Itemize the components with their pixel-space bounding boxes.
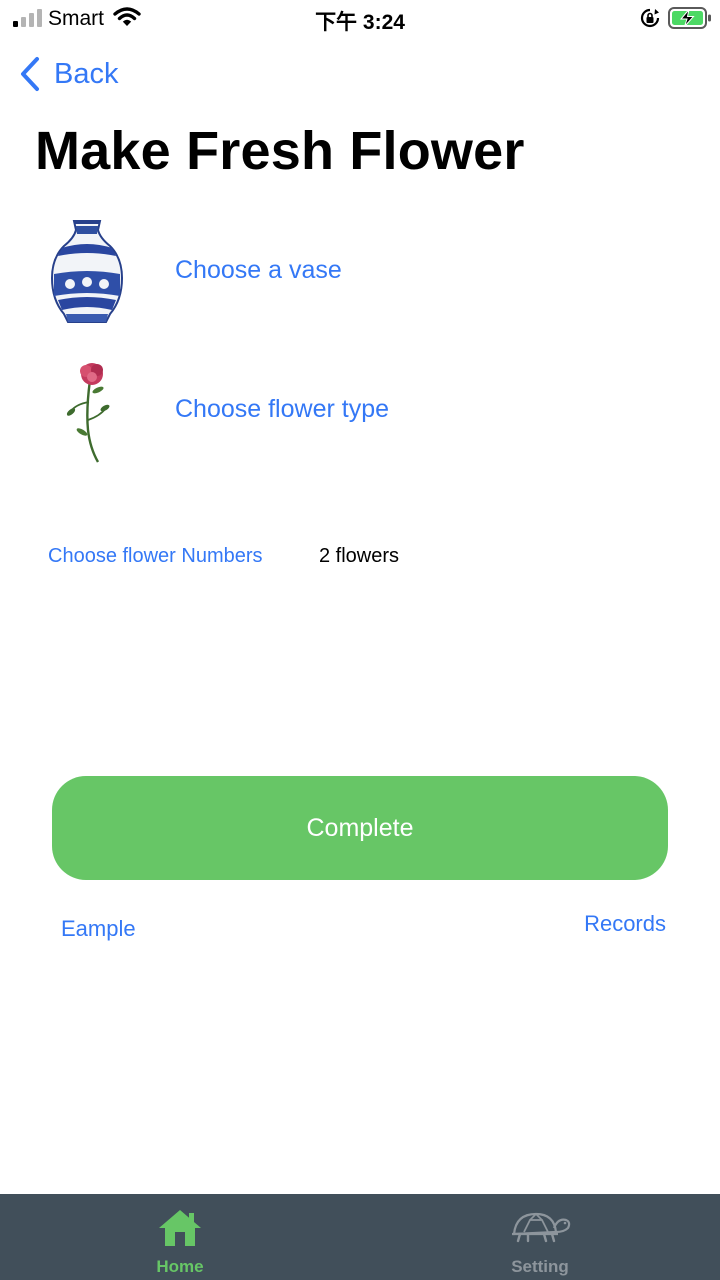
choose-vase-link[interactable]: Choose a vase	[175, 256, 342, 285]
home-icon	[159, 1210, 201, 1246]
choose-flower-numbers-link[interactable]: Choose flower Numbers	[48, 545, 263, 568]
flower-count-value: 2 flowers	[319, 545, 400, 567]
tab-home-label: Home	[156, 1257, 204, 1276]
tab-home[interactable]: Home	[0, 1194, 360, 1280]
battery-charging-icon	[668, 7, 711, 29]
tab-setting[interactable]: Setting	[360, 1194, 720, 1280]
chevron-left-icon	[21, 57, 39, 91]
choose-flower-type-link[interactable]: Choose flower type	[175, 395, 389, 424]
status-time: 下午 3:24	[315, 11, 405, 34]
status-bar: Smart 下午 3:24	[0, 0, 720, 40]
flower-image[interactable]	[60, 360, 116, 466]
page-title: Make Fresh Flower	[35, 121, 525, 181]
rotation-lock-icon	[640, 8, 660, 28]
turtle-icon	[512, 1212, 571, 1243]
records-link[interactable]: Records	[584, 911, 666, 937]
example-link[interactable]: Eample	[61, 916, 136, 942]
back-button[interactable]: Back	[18, 54, 118, 94]
vase-image[interactable]	[48, 216, 126, 326]
tab-bar: Home Setting	[0, 1194, 720, 1280]
complete-button-label: Complete	[306, 813, 414, 842]
back-label: Back	[54, 57, 119, 90]
tab-setting-label: Setting	[511, 1257, 569, 1276]
complete-button[interactable]: Complete	[52, 776, 668, 880]
